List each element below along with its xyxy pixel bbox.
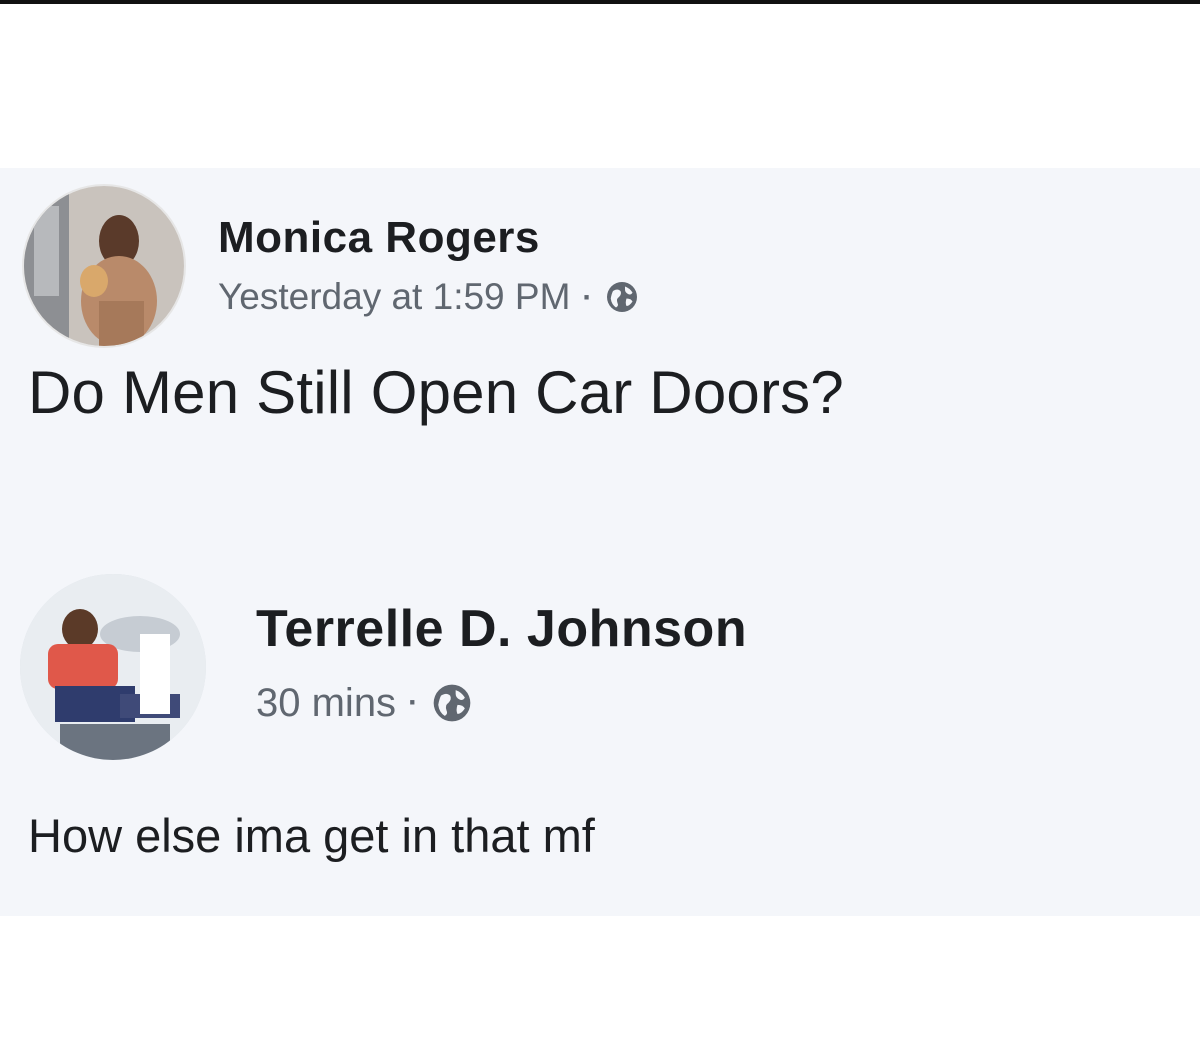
globe-icon — [430, 681, 474, 725]
post-meta: Monica Rogers Yesterday at 1:59 PM · — [218, 214, 640, 317]
separator-dot: · — [582, 280, 593, 314]
timestamp[interactable]: Yesterday at 1:59 PM — [218, 276, 570, 318]
author-name[interactable]: Terrelle D. Johnson — [256, 601, 747, 658]
profile-photo-icon — [20, 574, 206, 760]
profile-photo-icon — [24, 186, 184, 346]
timestamp-row: 30 mins · — [256, 681, 747, 725]
top-border — [0, 0, 1200, 4]
avatar[interactable] — [24, 186, 184, 346]
separator-dot: · — [408, 686, 419, 720]
timestamp-row: Yesterday at 1:59 PM · — [218, 276, 640, 318]
author-name[interactable]: Monica Rogers — [218, 214, 640, 263]
timestamp[interactable]: 30 mins — [256, 681, 396, 725]
comment-body-text: How else ima get in that mf — [28, 809, 595, 862]
globe-icon — [604, 279, 640, 315]
post-body-text: Do Men Still Open Car Doors? — [28, 359, 844, 426]
post-header: Monica Rogers Yesterday at 1:59 PM · — [24, 186, 640, 346]
comment-meta: Terrelle D. Johnson 30 mins · — [256, 601, 747, 725]
comment-header: Terrelle D. Johnson 30 mins · — [20, 574, 747, 760]
avatar[interactable] — [20, 574, 206, 760]
facebook-post-screenshot: Monica Rogers Yesterday at 1:59 PM · Do … — [0, 168, 1200, 916]
